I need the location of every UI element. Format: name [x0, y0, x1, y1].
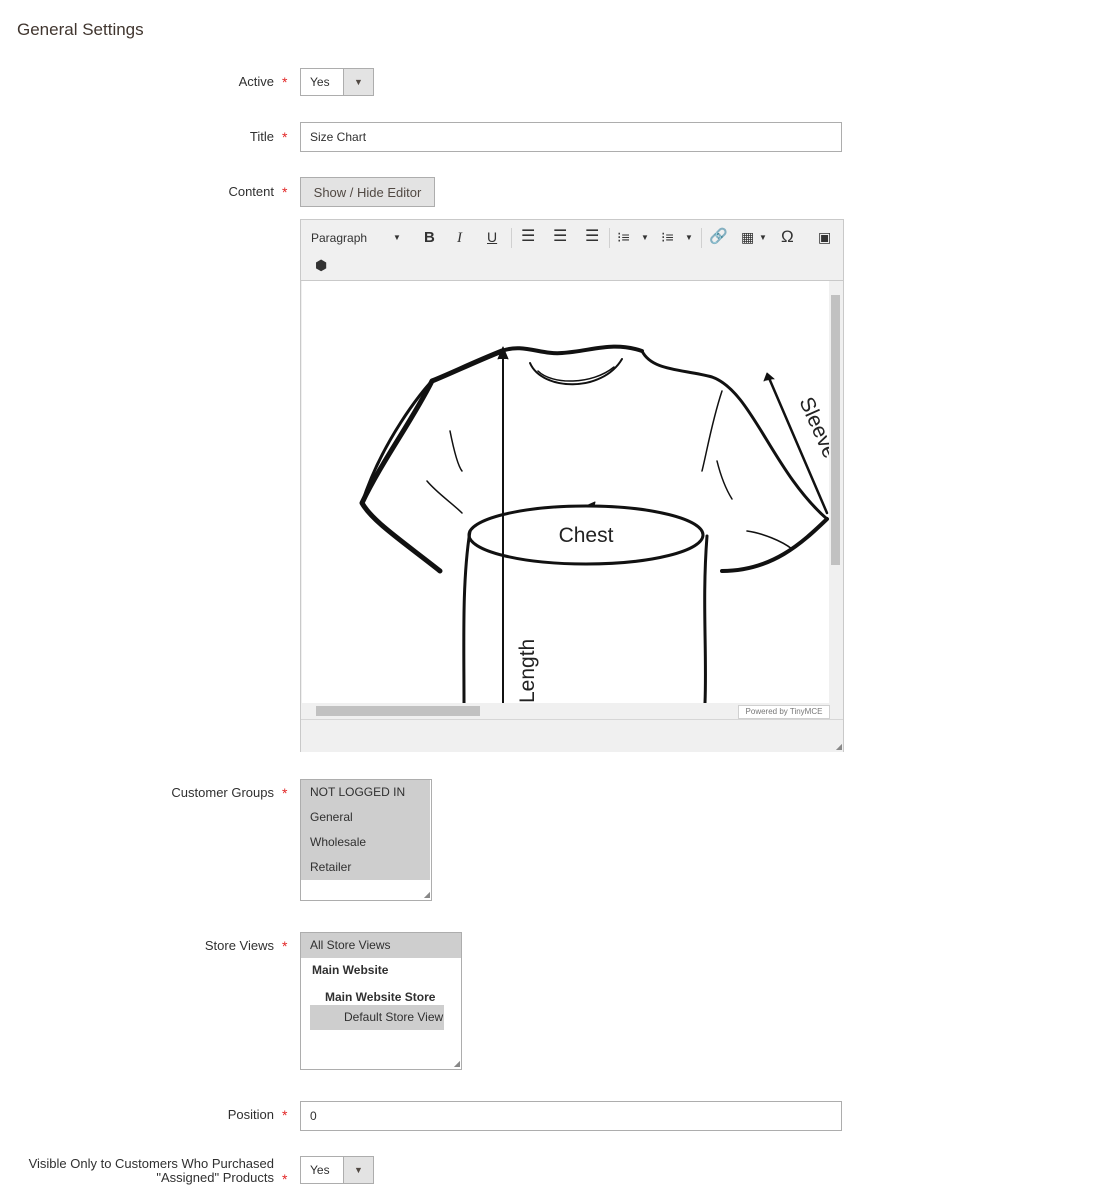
- caret-down-icon: ▼: [685, 233, 693, 242]
- resize-handle-icon[interactable]: ◢: [454, 1059, 460, 1068]
- size-chart-image: Chest Length Sleeve: [359, 344, 829, 703]
- store-view-group: Main Website: [312, 963, 389, 977]
- required-asterisk: *: [282, 184, 288, 200]
- caret-down-icon: ▼: [393, 233, 401, 242]
- customer-group-option[interactable]: NOT LOGGED IN: [301, 780, 430, 805]
- align-center-icon[interactable]: ☰: [553, 228, 567, 246]
- length-label: Length: [516, 639, 539, 703]
- customer-group-option[interactable]: General: [301, 805, 430, 830]
- toolbar-separator: [701, 228, 702, 248]
- chevron-down-icon: ▼: [343, 1157, 373, 1183]
- bold-icon[interactable]: B: [424, 229, 435, 247]
- resize-handle-icon[interactable]: ◢: [836, 742, 842, 751]
- format-select[interactable]: Paragraph: [311, 229, 367, 247]
- required-asterisk: *: [282, 1171, 288, 1187]
- numbered-list-icon[interactable]: ⁝≡: [661, 228, 674, 246]
- editor-statusbar: ◢: [301, 719, 843, 752]
- caret-down-icon: ▼: [759, 233, 767, 242]
- store-views-label: Store Views: [204, 938, 274, 953]
- customer-groups-multiselect[interactable]: NOT LOGGED IN General Wholesale Retailer…: [300, 779, 432, 901]
- powered-by-text: Powered by TinyMCE: [738, 705, 830, 719]
- required-asterisk: *: [282, 74, 288, 90]
- visible-only-label-line1: Visible Only to Customers Who Purchased: [28, 1156, 274, 1171]
- customer-group-option[interactable]: Wholesale: [301, 830, 430, 855]
- store-view-option[interactable]: All Store Views: [301, 933, 461, 958]
- active-select[interactable]: Yes ▼: [300, 68, 374, 96]
- wysiwyg-editor: Paragraph ▼ B I U ☰ ☰ ☰ ⁝≡ ▼ ⁝≡ ▼ 🔗 ▦ ▼ …: [300, 219, 844, 752]
- bullet-list-icon[interactable]: ⁝≡: [617, 228, 630, 246]
- image-icon[interactable]: ▣: [818, 228, 831, 246]
- editor-horizontal-scrollbar[interactable]: [302, 704, 738, 718]
- visible-only-select[interactable]: Yes ▼: [300, 1156, 374, 1184]
- chest-label: Chest: [559, 524, 614, 547]
- editor-vertical-scrollbar[interactable]: [829, 281, 842, 703]
- store-views-multiselect[interactable]: All Store Views Main Website Main Websit…: [300, 932, 462, 1070]
- store-view-option[interactable]: Default Store View: [310, 1005, 444, 1030]
- store-view-group: Main Website Store: [325, 990, 436, 1004]
- resize-handle-icon[interactable]: ◢: [424, 890, 430, 899]
- title-label: Title: [249, 129, 274, 144]
- customer-group-option[interactable]: Retailer: [301, 855, 430, 880]
- widget-icon[interactable]: ⬢: [315, 256, 327, 274]
- required-asterisk: *: [282, 1107, 288, 1123]
- position-input[interactable]: [300, 1101, 842, 1131]
- omega-icon[interactable]: Ω: [781, 228, 794, 246]
- position-label: Position: [227, 1107, 274, 1122]
- editor-content-area[interactable]: Chest Length Sleeve: [302, 281, 829, 703]
- required-asterisk: *: [282, 785, 288, 801]
- required-asterisk: *: [282, 129, 288, 145]
- visible-only-select-value: Yes: [310, 1163, 330, 1177]
- chevron-down-icon: ▼: [343, 69, 373, 95]
- customer-groups-label: Customer Groups: [171, 785, 274, 800]
- required-asterisk: *: [282, 938, 288, 954]
- title-input[interactable]: [300, 122, 842, 152]
- section-title: General Settings: [17, 20, 144, 39]
- visible-only-label: Visible Only to Customers Who Purchased …: [29, 1157, 274, 1185]
- editor-toolbar: Paragraph ▼ B I U ☰ ☰ ☰ ⁝≡ ▼ ⁝≡ ▼ 🔗 ▦ ▼ …: [301, 220, 843, 281]
- caret-down-icon: ▼: [641, 233, 649, 242]
- toolbar-separator: [511, 228, 512, 248]
- visible-only-label-line2: "Assigned" Products: [156, 1170, 274, 1185]
- show-hide-editor-button[interactable]: Show / Hide Editor: [300, 177, 435, 207]
- align-left-icon[interactable]: ☰: [521, 228, 535, 246]
- toolbar-separator: [609, 228, 610, 248]
- active-select-value: Yes: [310, 75, 330, 89]
- link-icon[interactable]: 🔗: [709, 228, 728, 246]
- align-right-icon[interactable]: ☰: [585, 228, 599, 246]
- active-label: Active: [238, 74, 274, 89]
- italic-icon[interactable]: I: [457, 229, 462, 247]
- format-select-value: Paragraph: [311, 231, 368, 245]
- content-label: Content: [228, 184, 274, 199]
- underline-icon[interactable]: U: [487, 228, 497, 246]
- table-icon[interactable]: ▦: [741, 228, 754, 246]
